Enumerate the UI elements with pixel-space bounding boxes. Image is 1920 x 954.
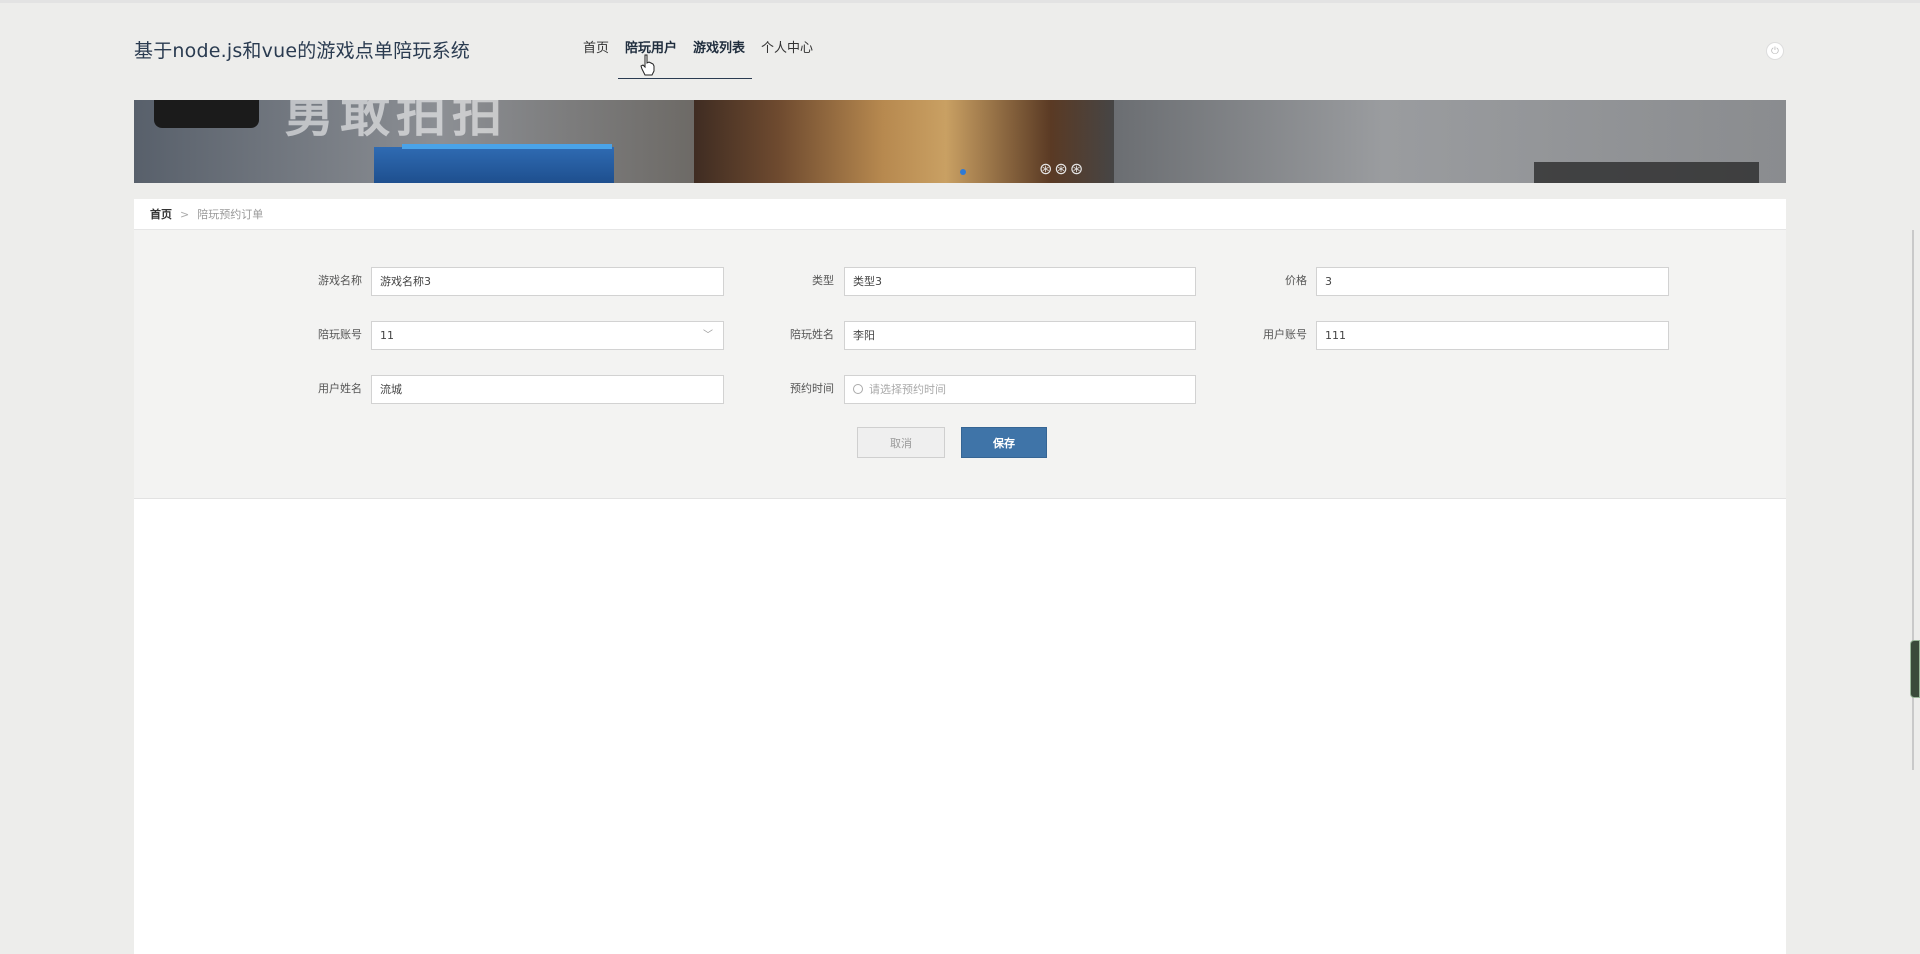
power-icon[interactable]: ⏻ bbox=[1766, 42, 1784, 60]
price-label: 价格 bbox=[1285, 274, 1307, 287]
nav-home[interactable]: 首页 bbox=[583, 40, 609, 58]
main-nav: 首页 陪玩用户 游戏列表 个人中心 bbox=[583, 40, 829, 58]
game-name-input[interactable]: 游戏名称3 bbox=[371, 267, 724, 296]
nav-game-list[interactable]: 游戏列表 bbox=[693, 40, 745, 58]
banner-artwork-text: 勇敢拍拍 bbox=[284, 100, 508, 143]
breadcrumb: 首页 > 陪玩预约订单 bbox=[134, 199, 1786, 229]
companion-account-label: 陪玩账号 bbox=[318, 328, 362, 341]
cancel-button[interactable]: 取消 bbox=[857, 427, 945, 458]
breadcrumb-home[interactable]: 首页 bbox=[150, 206, 172, 222]
site-title: 基于node.js和vue的游戏点单陪玩系统 bbox=[134, 40, 471, 62]
appointment-time-label: 预约时间 bbox=[790, 382, 834, 395]
appointment-time-picker[interactable]: 请选择预约时间 bbox=[844, 375, 1196, 404]
companion-name-input[interactable]: 李阳 bbox=[844, 321, 1196, 350]
user-account-input[interactable]: 111 bbox=[1316, 321, 1669, 350]
carousel-indicator-dot[interactable] bbox=[960, 169, 966, 175]
price-input[interactable]: 3 bbox=[1316, 267, 1669, 296]
banner-blocks bbox=[374, 147, 614, 183]
hand-cursor-icon bbox=[640, 54, 655, 76]
banner-blockline bbox=[402, 144, 612, 149]
chevron-down-icon: ﹀ bbox=[703, 330, 713, 341]
breadcrumb-separator: > bbox=[180, 207, 190, 221]
side-widget-tab[interactable] bbox=[1910, 640, 1920, 698]
banner-dark-strip bbox=[1534, 162, 1759, 183]
clock-icon bbox=[853, 384, 863, 394]
banner-carousel[interactable]: 勇敢拍拍 ⊛⊛⊛ bbox=[134, 100, 1786, 183]
user-name-input[interactable]: 流城 bbox=[371, 375, 724, 404]
companion-account-value: 11 bbox=[380, 329, 394, 342]
user-account-label: 用户账号 bbox=[1263, 328, 1307, 341]
user-name-label: 用户姓名 bbox=[318, 382, 362, 395]
companion-account-select[interactable]: 11 ﹀ bbox=[371, 321, 724, 350]
save-button[interactable]: 保存 bbox=[961, 427, 1047, 458]
type-label: 类型 bbox=[812, 274, 834, 287]
breadcrumb-current: 陪玩预约订单 bbox=[197, 208, 264, 221]
appointment-time-placeholder: 请选择预约时间 bbox=[869, 383, 946, 396]
banner-logo bbox=[154, 100, 259, 128]
banner-emblems: ⊛⊛⊛ bbox=[1039, 159, 1086, 178]
type-input[interactable]: 类型3 bbox=[844, 267, 1196, 296]
companion-name-label: 陪玩姓名 bbox=[790, 328, 834, 341]
content-area bbox=[134, 499, 1786, 954]
nav-personal-center[interactable]: 个人中心 bbox=[761, 40, 813, 58]
nav-active-underline bbox=[618, 78, 752, 79]
game-name-label: 游戏名称 bbox=[318, 274, 362, 287]
